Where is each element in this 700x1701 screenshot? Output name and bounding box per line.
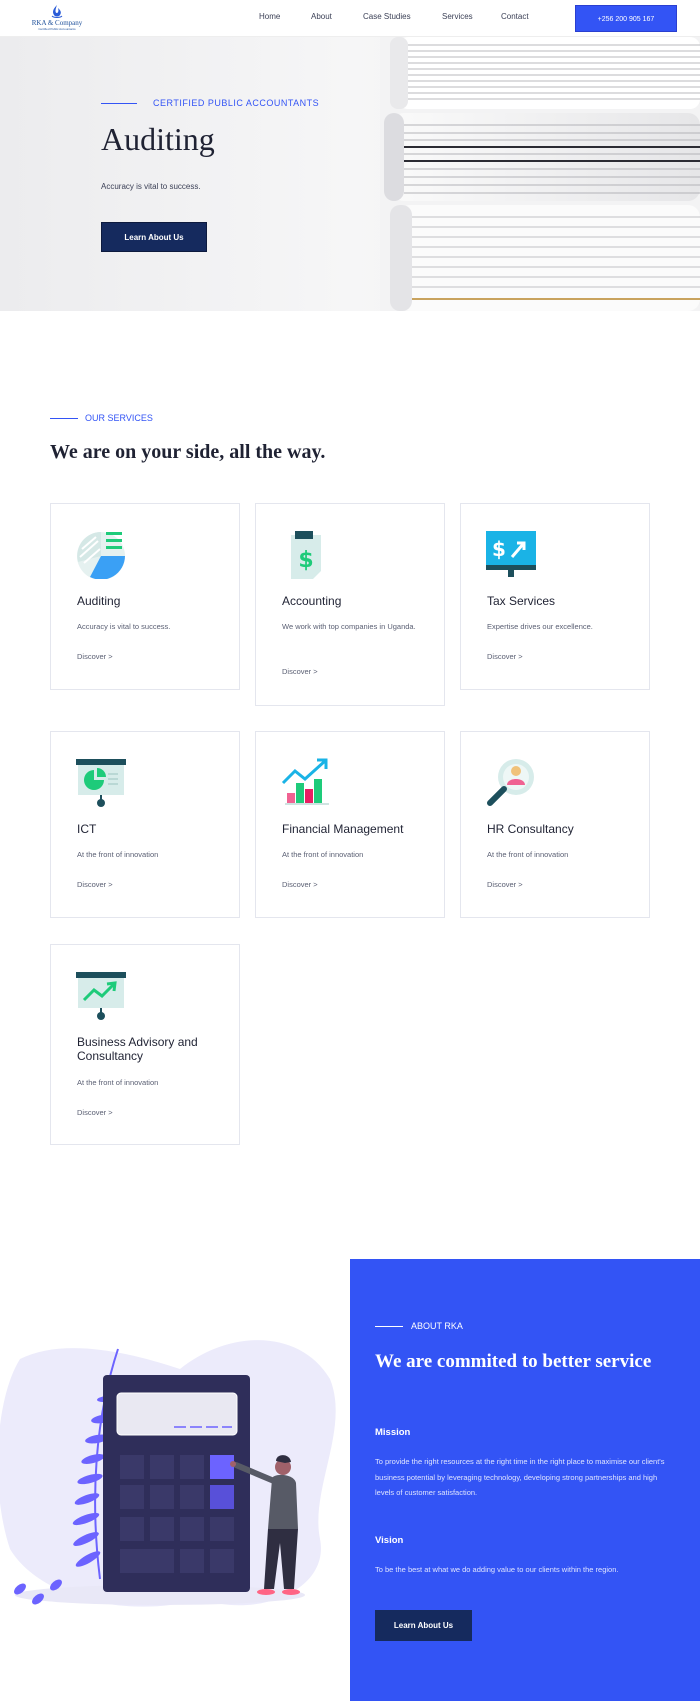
discover-link[interactable]: Discover > bbox=[77, 880, 113, 889]
books-stack-image bbox=[380, 37, 700, 311]
nav-link-services[interactable]: Services bbox=[442, 12, 473, 21]
about-eyebrow-line bbox=[375, 1326, 403, 1327]
presentation-board-icon bbox=[76, 759, 126, 807]
hero-section: CERTIFIED PUBLIC ACCOUNTANTS Auditing Ac… bbox=[0, 37, 700, 311]
service-title: Accounting bbox=[282, 594, 342, 608]
hero-subtitle: Accuracy is vital to success. bbox=[101, 182, 201, 191]
nav-link-home[interactable]: Home bbox=[259, 12, 280, 21]
services-eyebrow-line bbox=[50, 418, 78, 419]
service-desc: We work with top companies in Uganda. bbox=[282, 622, 416, 631]
phone-button[interactable]: +256 200 905 167 bbox=[575, 5, 677, 32]
logo-name: RKA & Company bbox=[31, 19, 83, 27]
trend-board-icon bbox=[76, 972, 126, 1020]
about-learn-button[interactable]: Learn About Us bbox=[375, 1610, 472, 1641]
discover-link[interactable]: Discover > bbox=[77, 1108, 113, 1117]
magnifier-person-icon bbox=[487, 759, 534, 806]
service-card-financial-management[interactable]: Financial Management At the front of inn… bbox=[255, 731, 445, 918]
service-card-auditing[interactable]: Auditing Accuracy is vital to success. D… bbox=[50, 503, 240, 690]
svg-text:$: $ bbox=[492, 537, 506, 561]
about-section: ABOUT RKA We are commited to better serv… bbox=[350, 1259, 700, 1701]
logo[interactable]: RKA & Company Certified Public Accountan… bbox=[22, 4, 92, 34]
mission-text: To provide the right resources at the ri… bbox=[375, 1457, 665, 1497]
vision-text: To be the best at what we do adding valu… bbox=[375, 1565, 619, 1574]
hero-eyebrow: CERTIFIED PUBLIC ACCOUNTANTS bbox=[153, 98, 320, 108]
monitor-dollar-icon: $ bbox=[486, 531, 536, 577]
service-desc: At the front of innovation bbox=[282, 850, 364, 859]
service-desc: At the front of innovation bbox=[487, 850, 569, 859]
service-title: ICT bbox=[77, 822, 97, 836]
service-desc: Expertise drives our excellence. bbox=[487, 622, 593, 631]
svg-text:$: $ bbox=[298, 548, 313, 573]
logo-tagline: Certified Public Accountants bbox=[38, 27, 76, 31]
about-title: We are commited to better service bbox=[375, 1351, 652, 1372]
service-card-tax[interactable]: $ Tax Services Expertise drives our exce… bbox=[460, 503, 650, 690]
logo-flame-icon bbox=[51, 5, 63, 18]
growth-chart-icon bbox=[281, 758, 329, 805]
pie-chart-icon bbox=[77, 532, 125, 579]
dollar-document-icon: $ bbox=[291, 531, 321, 579]
hero-eyebrow-line bbox=[101, 103, 137, 104]
service-card-accounting[interactable]: $ Accounting We work with top companies … bbox=[255, 503, 445, 706]
nav-link-contact[interactable]: Contact bbox=[501, 12, 529, 21]
service-title: Business Advisory and Consultancy bbox=[77, 1035, 198, 1063]
calculator-illustration bbox=[0, 1340, 336, 1607]
nav-link-case-studies[interactable]: Case Studies bbox=[363, 12, 411, 21]
discover-link[interactable]: Discover > bbox=[282, 667, 318, 676]
discover-link[interactable]: Discover > bbox=[282, 880, 318, 889]
vision-heading: Vision bbox=[375, 1535, 404, 1546]
service-desc: At the front of innovation bbox=[77, 1078, 159, 1087]
service-desc: Accuracy is vital to success. bbox=[77, 622, 171, 631]
services-eyebrow: OUR SERVICES bbox=[85, 413, 153, 423]
mission-heading: Mission bbox=[375, 1427, 411, 1438]
service-title: Auditing bbox=[77, 594, 121, 608]
hero-title: Auditing bbox=[101, 121, 215, 157]
top-navigation: RKA & Company Certified Public Accountan… bbox=[0, 0, 700, 37]
discover-link[interactable]: Discover > bbox=[77, 652, 113, 661]
service-desc: At the front of innovation bbox=[77, 850, 159, 859]
service-card-hr-consultancy[interactable]: HR Consultancy At the front of innovatio… bbox=[460, 731, 650, 918]
discover-link[interactable]: Discover > bbox=[487, 880, 523, 889]
service-card-ict[interactable]: ICT At the front of innovation Discover … bbox=[50, 731, 240, 918]
service-title: Financial Management bbox=[282, 822, 404, 836]
service-title: HR Consultancy bbox=[487, 822, 574, 836]
hero-learn-button[interactable]: Learn About Us bbox=[101, 222, 207, 252]
discover-link[interactable]: Discover > bbox=[487, 652, 523, 661]
service-title: Tax Services bbox=[487, 594, 556, 608]
services-title: We are on your side, all the way. bbox=[50, 441, 326, 463]
service-card-business-advisory[interactable]: Business Advisory and Consultancy At the… bbox=[50, 944, 240, 1145]
about-eyebrow: ABOUT RKA bbox=[411, 1321, 463, 1331]
nav-link-about[interactable]: About bbox=[311, 12, 332, 21]
